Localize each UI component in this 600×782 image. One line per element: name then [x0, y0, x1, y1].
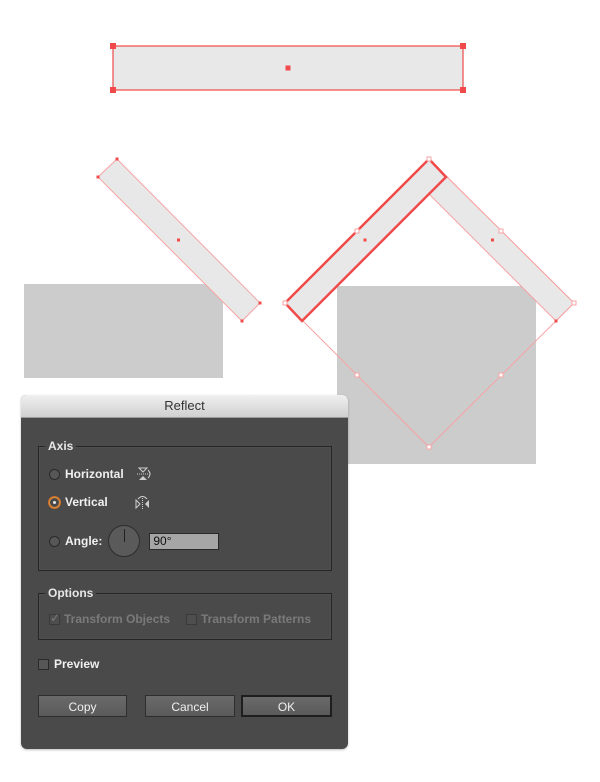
- anchor-handle[interactable]: [240, 319, 244, 323]
- anchor-handle[interactable]: [460, 87, 466, 93]
- bbox-handle[interactable]: [354, 228, 360, 234]
- gray-block-left[interactable]: [24, 284, 223, 378]
- center-point: [285, 65, 291, 71]
- radio-angle-label: Angle:: [65, 534, 103, 548]
- cancel-button[interactable]: Cancel: [145, 695, 235, 717]
- options-group: Options Transform Objects Transform Patt…: [38, 585, 332, 640]
- dialog-titlebar[interactable]: Reflect: [21, 395, 348, 418]
- top-rectangle[interactable]: [110, 43, 466, 93]
- radio-vertical-label: Vertical: [65, 495, 108, 509]
- radio-angle[interactable]: Angle:: [49, 525, 220, 557]
- preview-label: Preview: [54, 657, 100, 671]
- angle-dial[interactable]: [108, 525, 141, 557]
- anchor-handle[interactable]: [460, 43, 466, 49]
- bbox-handle[interactable]: [426, 444, 432, 450]
- preview-option[interactable]: Preview: [38, 657, 99, 671]
- transform-objects-option[interactable]: Transform Objects: [49, 611, 171, 626]
- preview-checkbox[interactable]: [38, 658, 49, 670]
- bbox-handle[interactable]: [498, 228, 504, 234]
- anchor-handle[interactable]: [110, 87, 116, 93]
- radio-horizontal[interactable]: Horizontal: [49, 467, 152, 481]
- anchor-handle[interactable]: [258, 301, 262, 305]
- radio-horizontal-label: Horizontal: [65, 467, 124, 481]
- center-point: [491, 238, 494, 242]
- radio-vertical-button[interactable]: [49, 496, 60, 508]
- axis-group-label: Axis: [45, 438, 77, 454]
- radio-angle-button[interactable]: [49, 535, 60, 547]
- transform-objects-checkbox[interactable]: [49, 611, 60, 625]
- radio-vertical[interactable]: Vertical: [49, 495, 151, 509]
- options-group-label: Options: [45, 585, 97, 601]
- bbox-handle[interactable]: [571, 300, 577, 306]
- ok-button[interactable]: OK: [241, 695, 332, 717]
- axis-group: Axis Horizontal Vertical Angle:: [38, 438, 332, 571]
- anchor-handle[interactable]: [115, 157, 119, 161]
- gray-block-right[interactable]: [337, 286, 536, 464]
- center-point: [363, 238, 367, 242]
- anchor-handle[interactable]: [110, 43, 116, 49]
- radio-horizontal-button[interactable]: [49, 468, 60, 480]
- reflect-horizontal-icon: [136, 467, 151, 480]
- reflect-vertical-icon: [135, 496, 149, 509]
- transform-patterns-option[interactable]: Transform Patterns: [186, 612, 311, 626]
- anchor-handle[interactable]: [554, 319, 558, 323]
- bbox-handle[interactable]: [282, 300, 288, 306]
- bbox-handle[interactable]: [426, 156, 432, 162]
- transform-objects-label: Transform Objects: [64, 612, 171, 626]
- bbox-handle[interactable]: [498, 372, 504, 378]
- center-point: [177, 238, 180, 242]
- copy-button[interactable]: Copy: [38, 695, 127, 717]
- anchor-handle[interactable]: [96, 175, 100, 179]
- transform-patterns-label: Transform Patterns: [201, 612, 312, 626]
- reflect-dialog: Reflect Axis Horizontal Vertical Angle: …: [21, 395, 348, 749]
- angle-input[interactable]: [149, 532, 220, 550]
- dialog-title: Reflect: [164, 398, 205, 413]
- bbox-handle[interactable]: [354, 372, 360, 378]
- transform-patterns-checkbox[interactable]: [186, 613, 197, 625]
